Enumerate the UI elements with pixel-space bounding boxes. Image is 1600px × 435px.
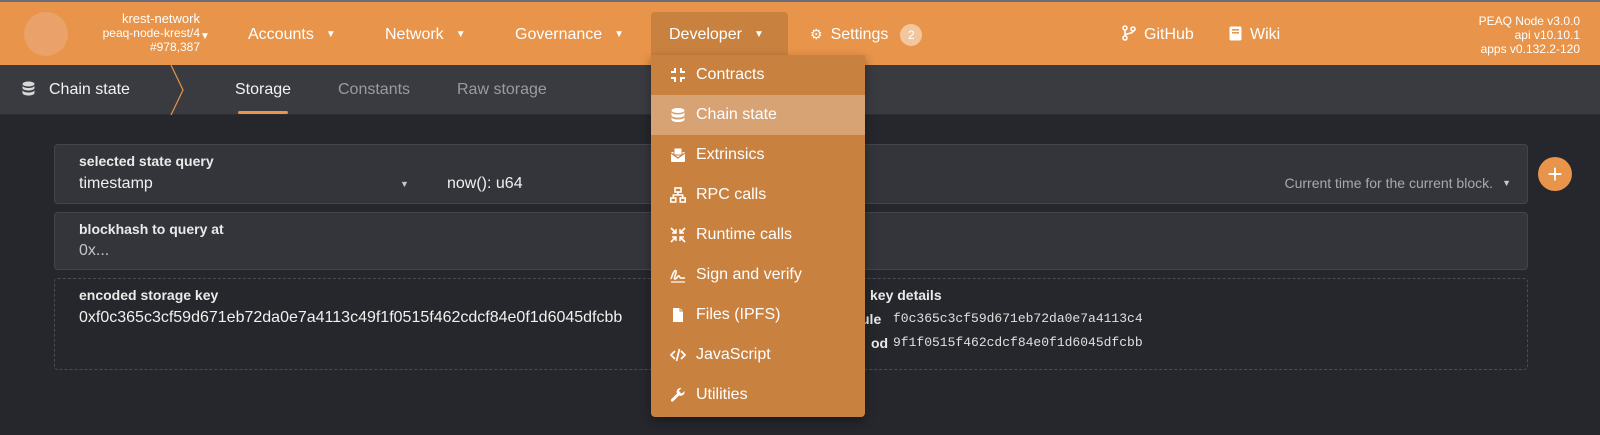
node-version: PEAQ Node v3.0.0: [1478, 14, 1580, 28]
chain-node: peaq-node-krest/4: [102, 26, 200, 40]
menu-item-contracts[interactable]: Contracts: [651, 55, 865, 95]
menu-item-javascript[interactable]: JavaScript: [651, 335, 865, 375]
menu-item-label: JavaScript: [696, 346, 771, 363]
nav-accounts-label: Accounts: [248, 25, 314, 43]
menu-item-label: Files (IPFS): [696, 306, 781, 323]
module-value: f0c365c3cf59d671eb72da0e7a4113c4: [893, 311, 1143, 326]
method-value: 9f1f0515f462cdcf84e0f1d6045dfcbb: [893, 335, 1143, 350]
settings-badge: 2: [900, 23, 923, 46]
nav-network[interactable]: Network ▼: [367, 12, 484, 57]
apps-version: apps v0.132.2-120: [1480, 42, 1580, 56]
database-icon: [668, 107, 688, 123]
method-description[interactable]: Current time for the current block.: [1284, 175, 1493, 191]
chain-avatar[interactable]: [24, 12, 68, 56]
tab-constants[interactable]: Constants: [338, 65, 410, 115]
section-title-label: Chain state: [49, 81, 130, 98]
contracts-icon: [668, 67, 688, 83]
nav-governance[interactable]: Governance ▼: [497, 12, 642, 57]
menu-item-utilities[interactable]: Utilities: [651, 375, 865, 415]
chain-name: krest-network: [121, 11, 200, 26]
chain-selector[interactable]: krest-network peaq-node-krest/4 #978,387: [80, 11, 200, 55]
nav-developer-label: Developer: [669, 25, 742, 43]
section-title: Chain state: [22, 65, 130, 115]
menu-item-runtime-calls[interactable]: Runtime calls: [651, 215, 865, 255]
book-icon: [1229, 26, 1242, 44]
nav-wiki-label: Wiki: [1250, 25, 1281, 43]
blockhash-label: blockhash to query at: [79, 221, 224, 237]
menu-item-label: Runtime calls: [696, 226, 793, 243]
version-info: PEAQ Node v3.0.0 api v10.10.1 apps v0.13…: [1479, 14, 1580, 56]
block-number: #978,387: [149, 40, 200, 54]
caret-down-icon: ▼: [455, 29, 466, 40]
code-branch-icon: [1122, 25, 1136, 44]
chevron-separator-icon: [170, 65, 184, 115]
signature-icon: [668, 267, 688, 283]
nav-github[interactable]: GitHub: [1104, 12, 1212, 57]
wrench-icon: [668, 387, 688, 403]
menu-item-label: RPC calls: [696, 186, 767, 203]
caret-down-icon: ▼: [614, 29, 625, 40]
gears-icon: ⚙: [810, 26, 823, 42]
caret-down-icon: ▼: [753, 29, 764, 40]
state-query-value[interactable]: timestamp: [79, 175, 153, 193]
menu-item-chain-state[interactable]: Chain state: [651, 95, 865, 135]
menu-item-label: Utilities: [696, 386, 748, 403]
code-icon: [668, 347, 688, 363]
arrows-icon: [668, 227, 688, 243]
file-icon: [668, 307, 688, 323]
developer-menu: Contracts Chain state Extrinsics RPC cal…: [651, 55, 865, 417]
nav-settings-label: Settings: [830, 25, 889, 43]
nav-settings[interactable]: ⚙ Settings 2: [792, 12, 940, 57]
active-tab-indicator: [238, 111, 288, 114]
encoded-key-label: encoded storage key: [79, 287, 219, 303]
nav-governance-label: Governance: [515, 25, 603, 43]
nav-network-label: Network: [385, 25, 444, 43]
caret-down-icon[interactable]: ▼: [1502, 178, 1511, 188]
method-label: od: [871, 335, 889, 351]
caret-down-icon: ▼: [325, 29, 336, 40]
api-version: api v10.10.1: [1514, 28, 1580, 42]
caret-down-icon[interactable]: ▼: [400, 179, 409, 189]
menu-item-label: Chain state: [696, 106, 777, 123]
menu-item-label: Contracts: [696, 66, 765, 83]
network-icon: [668, 187, 688, 203]
menu-item-label: Sign and verify: [696, 266, 802, 283]
envelope-icon: [668, 147, 688, 163]
nav-github-label: GitHub: [1144, 25, 1194, 43]
blockhash-input[interactable]: 0x...: [79, 242, 109, 260]
menu-item-extrinsics[interactable]: Extrinsics: [651, 135, 865, 175]
add-query-button[interactable]: +: [1538, 157, 1572, 191]
nav-developer[interactable]: Developer ▼: [651, 12, 788, 57]
method-signature: now(): u64: [447, 175, 523, 192]
menu-item-sign-and-verify[interactable]: Sign and verify: [651, 255, 865, 295]
database-icon: [22, 81, 35, 99]
tab-storage[interactable]: Storage: [235, 65, 291, 115]
nav-accounts[interactable]: Accounts ▼: [230, 12, 354, 57]
caret-down-icon[interactable]: ▼: [200, 31, 210, 42]
tab-raw-storage[interactable]: Raw storage: [457, 65, 547, 115]
menu-item-files-ipfs[interactable]: Files (IPFS): [651, 295, 865, 335]
menu-item-label: Extrinsics: [696, 146, 765, 163]
state-query-label: selected state query: [79, 153, 214, 169]
nav-wiki[interactable]: Wiki: [1211, 12, 1298, 57]
encoded-key-value: 0xf0c365c3cf59d671eb72da0e7a4113c49f1f05…: [79, 309, 623, 326]
key-details-label: key details: [870, 287, 942, 303]
menu-item-rpc-calls[interactable]: RPC calls: [651, 175, 865, 215]
